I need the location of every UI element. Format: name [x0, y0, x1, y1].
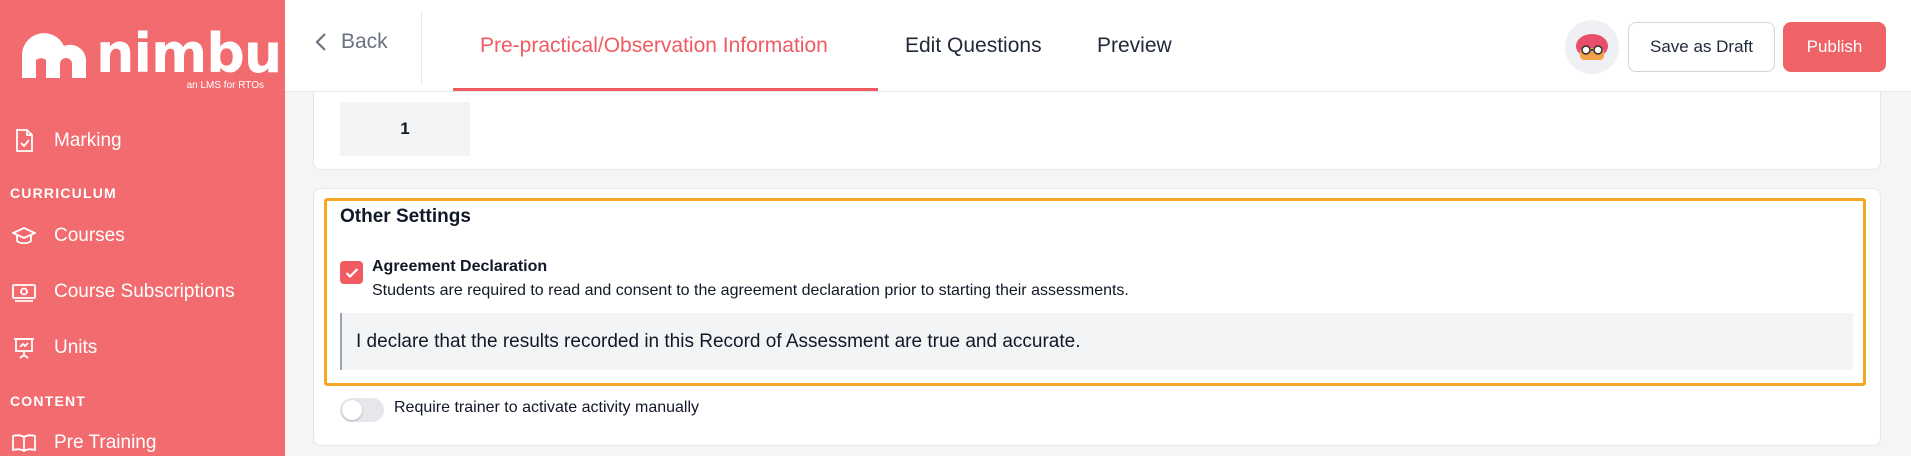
sidebar-item-label: Pre Training [54, 432, 157, 453]
sidebar: nimbu an LMS for RTOs Marking CURRICULUM… [0, 0, 285, 456]
sidebar-item-label: Courses [54, 225, 125, 246]
logo-tagline: an LMS for RTOs [186, 80, 264, 91]
presentation-board-icon [12, 336, 36, 360]
tab-pre-practical-information[interactable]: Pre-practical/Observation Information [480, 0, 828, 92]
manual-activation-toggle[interactable] [340, 398, 384, 422]
toggle-knob [342, 400, 362, 420]
tab-preview[interactable]: Preview [1097, 0, 1172, 92]
sidebar-item-label: Marking [54, 130, 122, 151]
back-button[interactable]: Back [315, 30, 388, 54]
declaration-text: I declare that the results recorded in t… [356, 330, 1081, 352]
nimbu-logo[interactable]: nimbu an LMS for RTOs [14, 22, 282, 94]
previous-settings-card [313, 92, 1881, 170]
document-check-icon [12, 129, 36, 153]
agreement-declaration-description: Students are required to read and consen… [372, 282, 1129, 299]
agreement-declaration-checkbox[interactable] [340, 261, 363, 284]
sidebar-item-courses[interactable]: Courses [0, 215, 285, 257]
cloud-logo-icon [21, 33, 87, 78]
user-avatar-icon [1576, 34, 1608, 60]
money-icon [12, 280, 36, 304]
header-divider [421, 12, 422, 84]
tab-label: Preview [1097, 34, 1172, 57]
tab-label: Pre-practical/Observation Information [480, 34, 828, 57]
sidebar-item-label: Units [54, 337, 98, 358]
sidebar-item-pre-training[interactable]: Pre Training [0, 422, 285, 456]
number-value: 1 [340, 102, 470, 156]
back-label: Back [341, 30, 388, 53]
check-icon [345, 267, 358, 278]
section-label-content: CONTENT [10, 393, 87, 409]
tab-edit-questions[interactable]: Edit Questions [905, 0, 1042, 92]
sidebar-item-units[interactable]: Units [0, 327, 285, 369]
avatar[interactable] [1565, 20, 1619, 74]
sidebar-item-marking[interactable]: Marking [0, 120, 285, 162]
other-settings-title: Other Settings [340, 206, 471, 227]
publish-button[interactable]: Publish [1783, 22, 1886, 72]
section-label-curriculum: CURRICULUM [10, 185, 117, 201]
active-tab-indicator [453, 88, 878, 91]
agreement-declaration-title: Agreement Declaration [372, 258, 548, 275]
graduation-cap-icon [12, 224, 36, 248]
top-header: Back Pre-practical/Observation Informati… [285, 0, 1911, 92]
sidebar-item-course-subscriptions[interactable]: Course Subscriptions [0, 271, 285, 313]
manual-activation-label: Require trainer to activate activity man… [394, 399, 700, 416]
sidebar-item-label: Course Subscriptions [54, 281, 235, 302]
logo-text: nimbu [96, 22, 282, 85]
chevron-left-icon [315, 33, 326, 51]
save-as-draft-button[interactable]: Save as Draft [1628, 22, 1775, 72]
book-open-icon [12, 431, 36, 455]
tab-label: Edit Questions [905, 34, 1042, 57]
declaration-text-field[interactable]: I declare that the results recorded in t… [340, 313, 1853, 370]
